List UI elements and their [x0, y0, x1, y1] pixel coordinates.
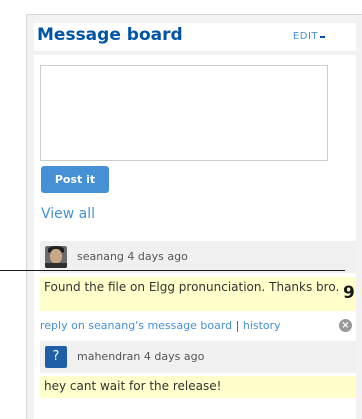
message-meta: mahendran 4 days ago [77, 350, 204, 363]
edit-link[interactable]: EDIT [293, 31, 318, 42]
page: Message board EDIT Post it View all sean… [0, 0, 362, 419]
delete-icon[interactable]: × [339, 319, 352, 332]
message-author[interactable]: seanang [77, 250, 124, 263]
history-link[interactable]: history [243, 319, 281, 332]
reply-link[interactable]: reply on seanang's message board [40, 319, 232, 332]
message-body: hey cant wait for the release! [40, 376, 356, 398]
widget-header: Message board EDIT [34, 23, 356, 51]
message-time: 4 days ago [127, 250, 188, 263]
message-board-widget: Message board EDIT Post it View all sean… [26, 14, 362, 419]
avatar-shirt [45, 263, 67, 268]
overlay-divider [0, 270, 345, 271]
message-header: ? mahendran 4 days ago [40, 341, 356, 373]
message-author[interactable]: mahendran [77, 350, 140, 363]
message-textarea[interactable] [40, 65, 328, 161]
message-meta: seanang 4 days ago [77, 250, 188, 263]
message-time: 4 days ago [143, 350, 205, 363]
action-separator: | [232, 319, 243, 332]
widget-title: Message board [37, 25, 183, 45]
widget-body: Post it View all seanang 4 days ago Foun… [34, 55, 356, 419]
user-avatar[interactable] [45, 246, 67, 268]
default-avatar[interactable]: ? [45, 346, 67, 368]
view-all-link[interactable]: View all [41, 206, 95, 222]
collapse-icon[interactable] [320, 36, 325, 38]
message-body: Found the file on Elgg pronunciation. Th… [40, 277, 356, 311]
message-header: seanang 4 days ago [40, 241, 356, 273]
message-actions: reply on seanang's message board | histo… [40, 319, 281, 332]
avatar-face [50, 249, 62, 263]
overlay-partial-text: 9 [343, 283, 355, 303]
post-button[interactable]: Post it [41, 166, 109, 193]
